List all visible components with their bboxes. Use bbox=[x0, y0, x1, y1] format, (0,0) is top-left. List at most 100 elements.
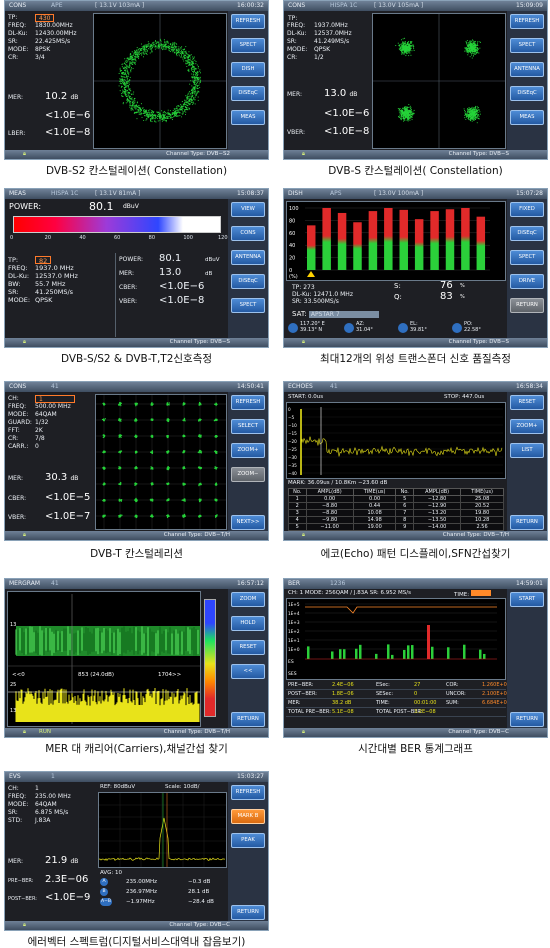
symbol-dot bbox=[191, 95, 194, 97]
return-button[interactable]: RETURN bbox=[510, 712, 544, 727]
drive-button[interactable]: DRIVE bbox=[510, 274, 544, 289]
refresh-button[interactable]: REFRESH bbox=[231, 785, 265, 800]
return-button[interactable]: RETURN bbox=[510, 515, 544, 530]
symbol-dot bbox=[214, 467, 216, 470]
symbol-dot bbox=[146, 112, 148, 114]
symbol-dot bbox=[176, 43, 178, 45]
symbol-dot bbox=[192, 58, 194, 60]
symbol-dot bbox=[161, 110, 163, 112]
symbol-dot bbox=[119, 466, 121, 468]
mark-b-button[interactable]: MARK B bbox=[231, 809, 265, 824]
spect-button[interactable]: SPECT bbox=[231, 298, 265, 313]
return-button[interactable]: RETURN bbox=[231, 905, 265, 920]
symbol-dot bbox=[165, 119, 167, 122]
error-bar bbox=[359, 644, 362, 659]
symbol-dot bbox=[125, 83, 127, 85]
return-button[interactable]: RETURN bbox=[510, 298, 544, 313]
symbol-dot bbox=[473, 53, 475, 55]
marker-value: 853 (24.0dB) bbox=[78, 672, 115, 678]
hold-button[interactable]: HOLD bbox=[231, 616, 265, 631]
symbol-dot bbox=[162, 115, 165, 117]
diseqc-button[interactable]: DiSEqC bbox=[510, 226, 544, 241]
symbol-dot bbox=[193, 79, 196, 82]
error-bar bbox=[431, 646, 434, 659]
symbol-dot bbox=[121, 81, 124, 83]
symbol-dot bbox=[193, 70, 195, 72]
symbol-dot bbox=[478, 114, 480, 116]
symbol-dot bbox=[122, 89, 124, 91]
symbol-dot bbox=[466, 40, 468, 42]
start-button[interactable]: START bbox=[510, 592, 544, 607]
refresh-button[interactable]: REFRESH bbox=[231, 395, 265, 410]
peak-button[interactable]: PEAK bbox=[231, 833, 265, 848]
zoom-out-button[interactable]: ZOOM− bbox=[231, 467, 265, 482]
symbol-dot bbox=[401, 52, 403, 54]
symbol-dot bbox=[195, 84, 197, 87]
antenna-button[interactable]: ANTENNA bbox=[231, 250, 265, 265]
symbol-dot bbox=[127, 83, 129, 85]
return-button[interactable]: RETURN bbox=[231, 712, 265, 727]
reset-button[interactable]: RESET bbox=[231, 640, 265, 655]
fixed-button[interactable]: FIXED bbox=[510, 202, 544, 217]
symbol-dot bbox=[169, 50, 171, 52]
satellite-field[interactable]: APSTAR 7 bbox=[308, 311, 379, 318]
symbol-dot bbox=[102, 403, 105, 405]
antenna-button[interactable]: ANTENNA bbox=[510, 62, 544, 77]
refresh-button[interactable]: REFRESH bbox=[510, 14, 544, 29]
spect-button[interactable]: SPECT bbox=[510, 38, 544, 53]
spect-button[interactable]: SPECT bbox=[510, 250, 544, 265]
symbol-dot bbox=[123, 76, 125, 78]
symbol-dot bbox=[154, 45, 156, 47]
caption-signal-measurement: DVB-S/S2 & DVB-T,T2신호측정 bbox=[60, 353, 213, 365]
symbol-dot bbox=[402, 113, 404, 115]
range-right[interactable]: 1704>> bbox=[158, 672, 181, 678]
zoom-in-button[interactable]: ZOOM+ bbox=[231, 443, 265, 458]
zoom-button[interactable]: ZOOM bbox=[231, 592, 265, 607]
list-button[interactable]: LIST bbox=[510, 443, 544, 458]
meas-button[interactable]: MEAS bbox=[510, 110, 544, 125]
satellite-selector: SAT: APSTAR 7 bbox=[292, 310, 379, 318]
diseqc-button[interactable]: DiSEqC bbox=[231, 86, 265, 101]
diseqc-button[interactable]: DiSEqC bbox=[510, 86, 544, 101]
error-bar bbox=[411, 645, 414, 659]
symbol-dot bbox=[200, 434, 202, 436]
symbol-dot bbox=[413, 112, 415, 114]
symbol-dot bbox=[190, 62, 192, 64]
back-button[interactable]: << bbox=[231, 664, 265, 679]
spect-button[interactable]: SPECT bbox=[231, 38, 265, 53]
symbol-dot bbox=[172, 44, 174, 46]
stats-cell: 6.684E+09 bbox=[482, 700, 511, 706]
tp-field[interactable]: TP: bbox=[287, 14, 298, 22]
cons-button[interactable]: CONS bbox=[231, 226, 265, 241]
ses-label: SES bbox=[288, 671, 297, 677]
symbol-dot bbox=[123, 87, 125, 89]
symbol-dot bbox=[477, 107, 480, 109]
tp-field[interactable]: 82 bbox=[35, 256, 52, 265]
symbol-dot bbox=[103, 419, 105, 421]
diseqc-button[interactable]: DiSEqC bbox=[231, 274, 265, 289]
table-cell: 6 bbox=[395, 502, 415, 510]
view-button[interactable]: VIEW bbox=[231, 202, 265, 217]
symbol-dot bbox=[176, 115, 178, 117]
symbol-dot bbox=[182, 450, 184, 453]
meas-button[interactable]: MEAS bbox=[231, 110, 265, 125]
symbol-dot bbox=[132, 103, 134, 105]
symbol-dot bbox=[474, 43, 476, 45]
select-button[interactable]: SELECT bbox=[231, 419, 265, 434]
symbol-dot bbox=[182, 111, 184, 113]
symbol-dot bbox=[130, 54, 132, 56]
reset-button[interactable]: RESET bbox=[510, 395, 544, 410]
symbol-dot bbox=[476, 41, 479, 43]
refresh-button[interactable]: REFRESH bbox=[231, 14, 265, 29]
error-bar bbox=[343, 649, 346, 659]
symbol-dot bbox=[136, 54, 139, 56]
channel-field[interactable]: 1 bbox=[35, 395, 75, 403]
transponder-bar bbox=[399, 209, 408, 270]
zoom-in-button[interactable]: ZOOM+ bbox=[510, 419, 544, 434]
symbol-dot bbox=[199, 80, 201, 82]
tp-field[interactable]: 430 bbox=[35, 14, 55, 22]
symbol-dot bbox=[474, 52, 476, 54]
range-left[interactable]: <<0 bbox=[12, 672, 25, 678]
next-button[interactable]: NEXT>> bbox=[231, 515, 265, 530]
dish-button[interactable]: DISH bbox=[231, 62, 265, 77]
